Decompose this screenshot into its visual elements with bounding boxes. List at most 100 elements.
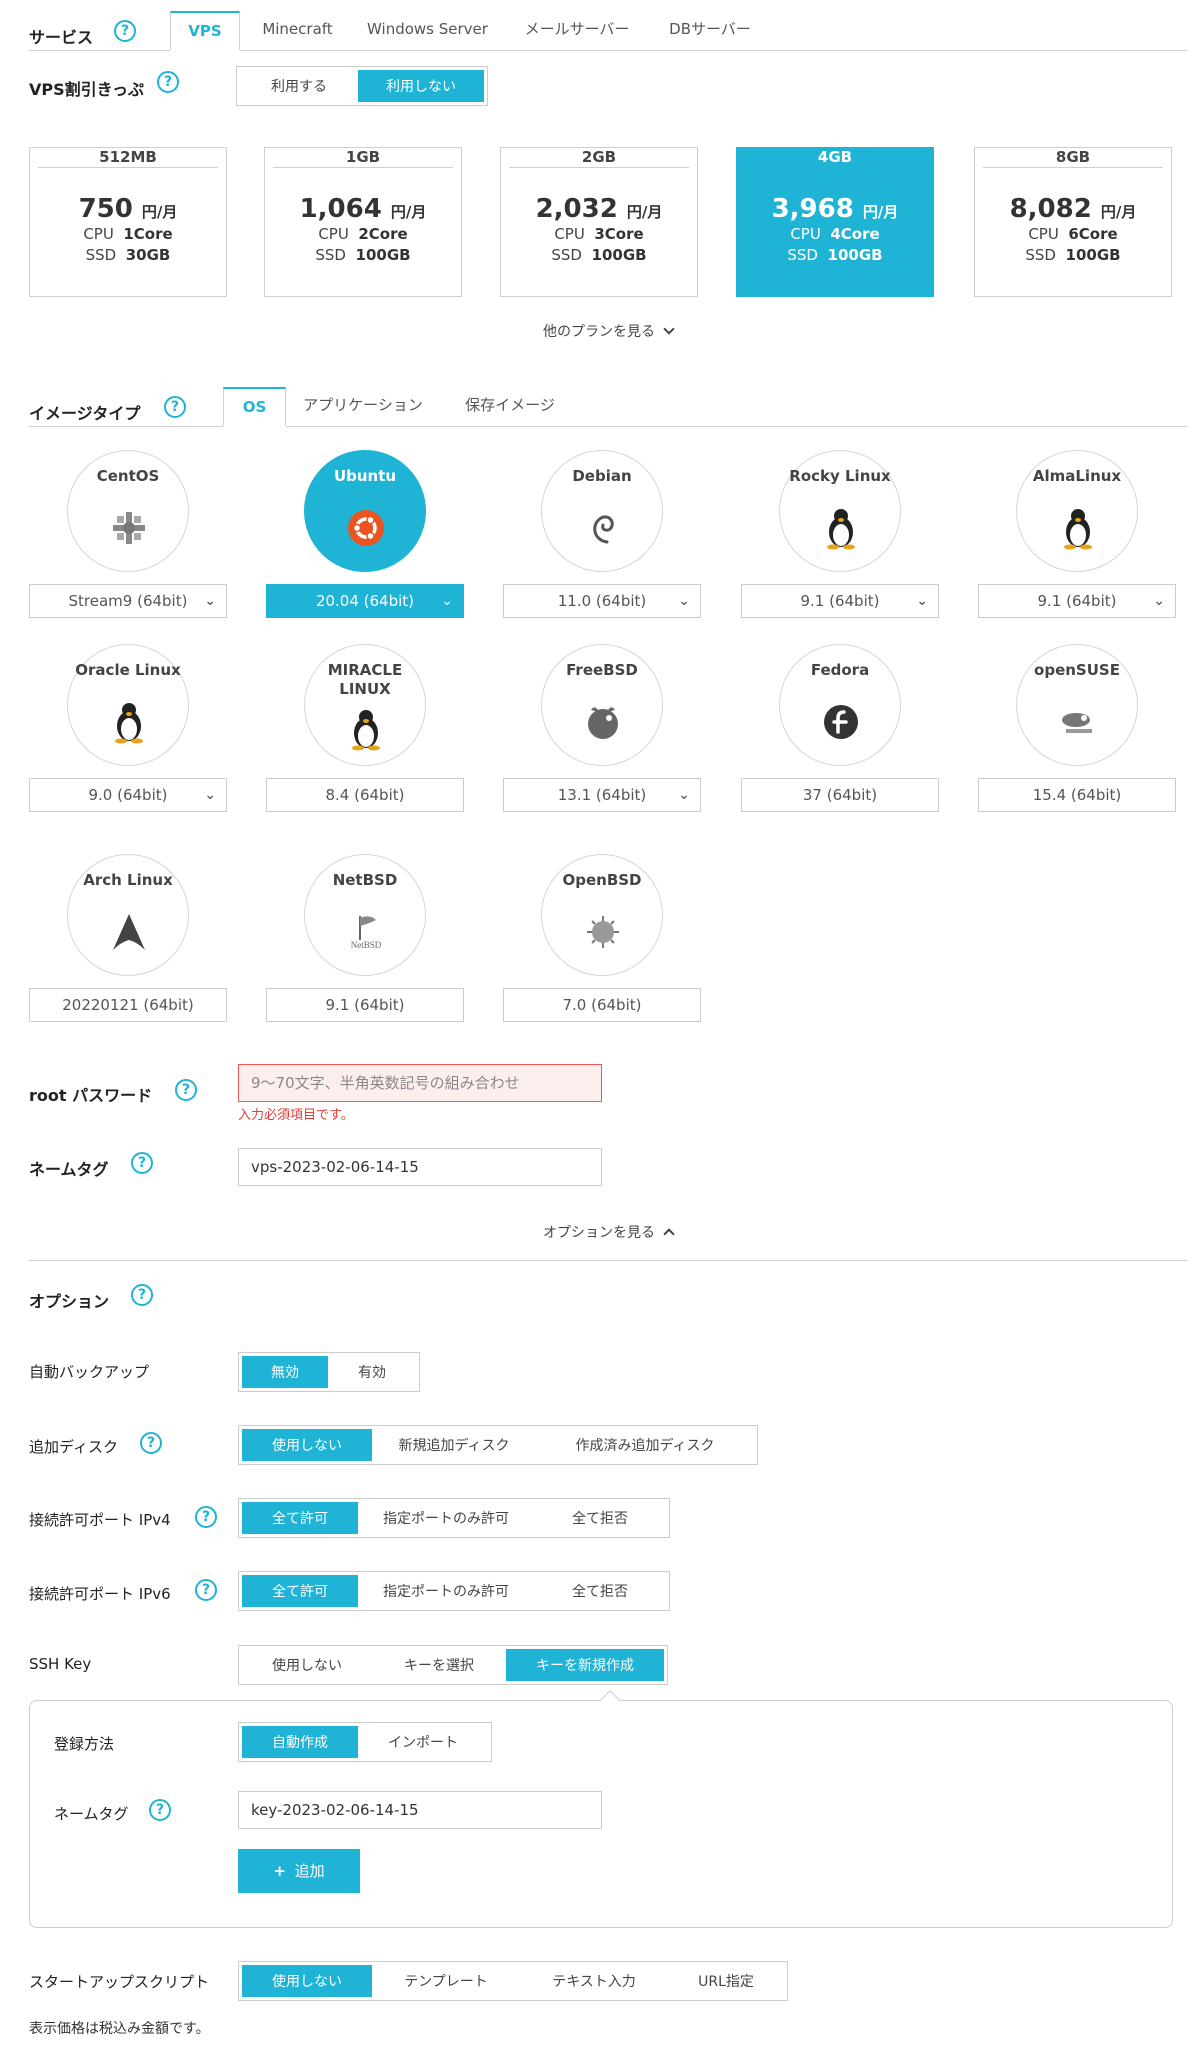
tab-mail-server[interactable]: メールサーバー [512, 11, 642, 51]
tux-icon [352, 710, 380, 751]
os-version-select[interactable]: Stream9 (64bit) ⌄ [29, 584, 227, 618]
register-method-label: 登録方法 [54, 1735, 115, 1753]
os-ubuntu[interactable]: Ubuntu 20.04 (64bit) ⌄ [266, 450, 464, 618]
os-name: Fedora [810, 661, 870, 679]
os-version-select[interactable]: 9.1 (64bit) ⌄ [978, 584, 1176, 618]
startup-script-template-option[interactable]: テンプレート [372, 1965, 520, 1997]
plan-card-2gb[interactable]: 2GB 2,032 円/月 CPU 3Core SSD 100GB [500, 147, 698, 297]
os-name: CentOS [96, 467, 160, 485]
root-password-input[interactable]: 9～70文字、半角英数記号の組み合わせ [238, 1064, 602, 1102]
help-icon[interactable]: ? [164, 396, 186, 418]
extra-disk-new-option[interactable]: 新規追加ディスク [372, 1429, 536, 1461]
os-rocky-linux[interactable]: Rocky Linux 9.1 (64bit) ⌄ [741, 450, 939, 618]
name-tag-input[interactable]: vps-2023-02-06-14-15 [238, 1148, 602, 1186]
chevron-down-icon [663, 323, 676, 335]
plan-price: 1,064 [299, 194, 382, 224]
port-ipv6-specified-option[interactable]: 指定ポートのみ許可 [358, 1575, 534, 1607]
port-ipv4-deny-all-option[interactable]: 全て拒否 [534, 1502, 666, 1534]
plan-price: 3,968 [771, 194, 854, 224]
os-opensuse[interactable]: openSUSE 15.4 (64bit) [978, 644, 1176, 812]
plan-card-1gb[interactable]: 1GB 1,064 円/月 CPU 2Core SSD 100GB [264, 147, 462, 297]
os-name: MIRACLE LINUX [327, 661, 403, 698]
os-version-select[interactable]: 13.1 (64bit) ⌄ [503, 778, 701, 812]
help-icon[interactable]: ? [131, 1152, 153, 1174]
tab-vps[interactable]: VPS [170, 11, 240, 51]
extra-disk-existing-option[interactable]: 作成済み追加ディスク [536, 1429, 754, 1461]
cpu-label: CPU [790, 225, 821, 243]
ssh-key-none-option[interactable]: 使用しない [242, 1649, 372, 1681]
plan-cpu: 3Core [594, 225, 644, 243]
plan-card-512mb[interactable]: 512MB 750 円/月 CPU 1Core SSD 30GB [29, 147, 227, 297]
ssh-key-select-option[interactable]: キーを選択 [372, 1649, 506, 1681]
register-import-option[interactable]: インポート [358, 1726, 488, 1758]
image-type-label: イメージタイプ [29, 404, 141, 423]
os-version-select[interactable]: 20.04 (64bit) ⌄ [266, 584, 464, 618]
more-plans-text: 他のプランを見る [543, 324, 655, 340]
svg-text:NetBSD: NetBSD [351, 940, 382, 950]
tab-db-server[interactable]: DBサーバー [655, 11, 765, 51]
register-auto-option[interactable]: 自動作成 [242, 1726, 358, 1758]
port-ipv4-specified-option[interactable]: 指定ポートのみ許可 [358, 1502, 534, 1534]
os-fedora[interactable]: Fedora 37 (64bit) [741, 644, 939, 812]
os-arch-linux[interactable]: Arch Linux 20220121 (64bit) [29, 854, 227, 1022]
help-icon[interactable]: ? [114, 20, 136, 42]
os-netbsd[interactable]: NetBSD NetBSD 9.1 (64bit) [266, 854, 464, 1022]
add-key-button[interactable]: + 追加 [238, 1849, 360, 1893]
os-version-select[interactable]: 11.0 (64bit) ⌄ [503, 584, 701, 618]
os-version: 8.4 (64bit) [325, 786, 405, 804]
plan-name: 4GB [745, 148, 925, 168]
os-freebsd[interactable]: FreeBSD 13.1 (64bit) ⌄ [503, 644, 701, 812]
options-toggle-link[interactable]: オプションを見る [543, 1222, 676, 1242]
tab-minecraft[interactable]: Minecraft [250, 11, 345, 51]
os-openbsd[interactable]: OpenBSD 7.0 (64bit) [503, 854, 701, 1022]
tab-saved-image[interactable]: 保存イメージ [455, 387, 565, 427]
tab-windows-server[interactable]: Windows Server [355, 11, 500, 51]
key-name-tag-input[interactable]: key-2023-02-06-14-15 [238, 1791, 602, 1829]
plan-name: 512MB [38, 148, 218, 168]
startup-script-text-option[interactable]: テキスト入力 [520, 1965, 668, 1997]
extra-disk-none-option[interactable]: 使用しない [242, 1429, 372, 1461]
help-icon[interactable]: ? [140, 1432, 162, 1454]
tux-icon [1064, 509, 1092, 550]
help-icon[interactable]: ? [157, 71, 179, 93]
tab-os[interactable]: OS [223, 387, 286, 427]
os-almalinux[interactable]: AlmaLinux 9.1 (64bit) ⌄ [978, 450, 1176, 618]
help-icon[interactable]: ? [131, 1284, 153, 1306]
plan-card-8gb[interactable]: 8GB 8,082 円/月 CPU 6Core SSD 100GB [974, 147, 1172, 297]
os-debian[interactable]: Debian 11.0 (64bit) ⌄ [503, 450, 701, 618]
os-name: Debian [572, 467, 632, 485]
startup-script-none-option[interactable]: 使用しない [242, 1965, 372, 1997]
auto-backup-on-option[interactable]: 有効 [328, 1356, 416, 1388]
ssh-key-create-option[interactable]: キーを新規作成 [506, 1649, 664, 1681]
os-oracle-linux[interactable]: Oracle Linux 9.0 (64bit) ⌄ [29, 644, 227, 812]
os-centos[interactable]: CentOS Stream9 (64bit) ⌄ [29, 450, 227, 618]
help-icon[interactable]: ? [175, 1079, 197, 1101]
name-tag-label: ネームタグ [29, 1160, 109, 1179]
startup-script-url-option[interactable]: URL指定 [668, 1965, 784, 1997]
footer-note: 表示価格は税込み金額です。 [29, 2021, 210, 2037]
help-icon[interactable]: ? [195, 1506, 217, 1528]
plan-card-4gb[interactable]: 4GB 3,968 円/月 CPU 4Core SSD 100GB [736, 147, 934, 297]
tab-application[interactable]: アプリケーション [293, 387, 433, 427]
os-name: NetBSD [332, 871, 398, 889]
os-version-field: 20220121 (64bit) [29, 988, 227, 1022]
discount-not-use-option[interactable]: 利用しない [358, 70, 484, 102]
port-ipv6-allow-all-option[interactable]: 全て許可 [242, 1575, 358, 1607]
plan-name: 2GB [509, 148, 689, 168]
help-icon[interactable]: ? [149, 1799, 171, 1821]
port-ipv4-toggle: 全て許可 指定ポートのみ許可 全て拒否 [238, 1498, 670, 1538]
ssd-label: SSD [1025, 246, 1056, 264]
root-password-error: 入力必須項目です。 [238, 1108, 354, 1123]
chevron-down-icon: ⌄ [204, 787, 216, 803]
port-ipv4-allow-all-option[interactable]: 全て許可 [242, 1502, 358, 1534]
os-miracle-linux[interactable]: MIRACLE LINUX 8.4 (64bit) [266, 644, 464, 812]
discount-use-option[interactable]: 利用する [240, 70, 358, 102]
port-ipv6-toggle: 全て許可 指定ポートのみ許可 全て拒否 [238, 1571, 670, 1611]
os-version-select[interactable]: 9.1 (64bit) ⌄ [741, 584, 939, 618]
more-plans-link[interactable]: 他のプランを見る [543, 321, 676, 341]
port-ipv6-deny-all-option[interactable]: 全て拒否 [534, 1575, 666, 1607]
os-version-select[interactable]: 9.0 (64bit) ⌄ [29, 778, 227, 812]
help-icon[interactable]: ? [195, 1579, 217, 1601]
os-version: 11.0 (64bit) [557, 592, 647, 610]
auto-backup-off-option[interactable]: 無効 [242, 1356, 328, 1388]
